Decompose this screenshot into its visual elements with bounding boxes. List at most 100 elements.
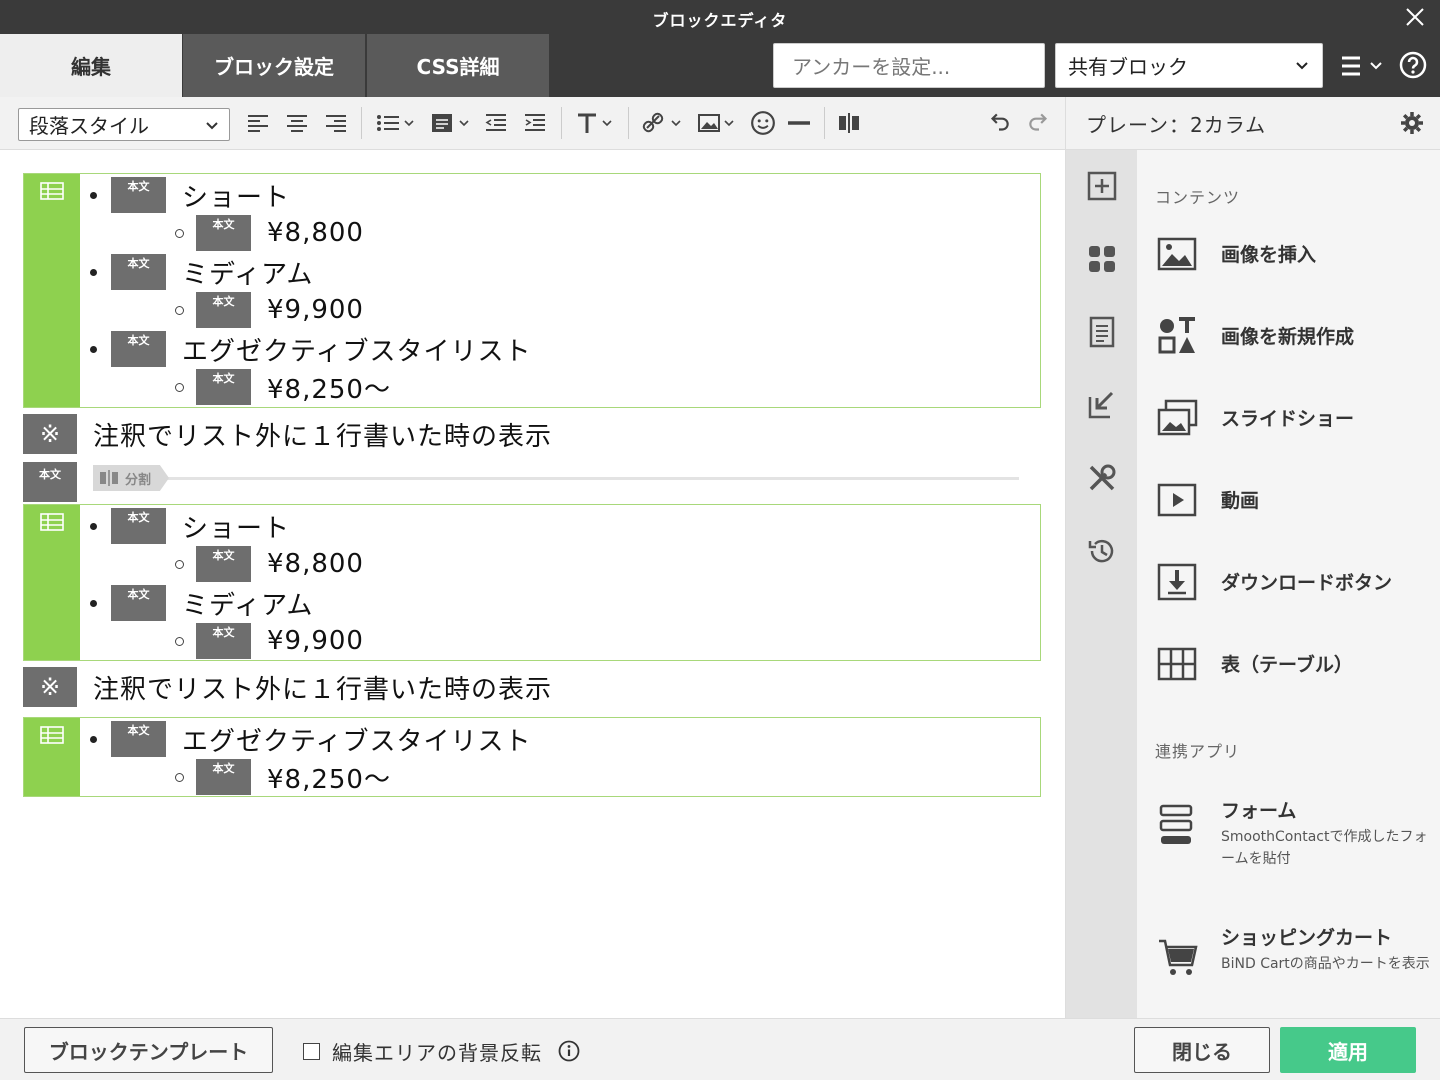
note-block[interactable]: ※ 注釈でリスト外に１行書いた時の表示	[23, 667, 1041, 707]
undo-icon[interactable]	[986, 109, 1012, 137]
emoji-icon[interactable]	[750, 109, 776, 137]
split-block[interactable]: 本文 分割	[23, 462, 1041, 502]
text-style-icon[interactable]	[575, 109, 617, 137]
tab-edit[interactable]: 編集	[0, 34, 182, 97]
list-item[interactable]: 本文 ミディアム	[90, 584, 313, 622]
sub-list-item[interactable]: 本文 ¥8,800	[175, 545, 364, 583]
table-icon	[40, 182, 64, 200]
note-mark: ※	[23, 667, 77, 707]
video-item[interactable]: 動画	[1157, 474, 1437, 524]
item-label: 動画	[1221, 490, 1260, 512]
download-icon	[1157, 563, 1197, 601]
toolbar-divider	[361, 107, 362, 139]
invert-background-checkbox[interactable]	[303, 1043, 320, 1060]
body-badge: 本文	[111, 721, 166, 757]
block-handle[interactable]	[24, 718, 80, 796]
create-image-item[interactable]: 画像を新規作成	[1157, 310, 1437, 360]
close-button[interactable]: 閉じる	[1134, 1027, 1270, 1073]
history-icon[interactable]	[1086, 535, 1118, 567]
document-icon[interactable]	[1086, 316, 1118, 348]
section-apps: 連携アプリ	[1155, 742, 1241, 761]
block-format-icon[interactable]	[430, 109, 472, 137]
outdent-icon[interactable]	[484, 109, 508, 137]
block-type-title: プレーン：2カラム	[1086, 113, 1267, 137]
list-item[interactable]: 本文 ショート	[90, 507, 290, 545]
parts-icon[interactable]	[1086, 243, 1118, 275]
sub-list-item[interactable]: 本文 ¥8,250〜	[175, 758, 391, 796]
body-badge: 本文	[111, 508, 166, 544]
tab-css-details[interactable]: CSS詳細	[367, 34, 549, 97]
body-badge: 本文	[196, 623, 251, 659]
body-badge: 本文	[111, 177, 166, 213]
horizontal-rule-icon[interactable]	[787, 109, 811, 137]
info-icon[interactable]	[558, 1040, 580, 1062]
slideshow-item[interactable]: スライドショー	[1157, 392, 1437, 442]
list-item[interactable]: 本文 ミディアム	[90, 253, 313, 291]
tab-bar: 編集 ブロック設定 CSS詳細 アンカーを設定... 共有ブロック	[0, 34, 1440, 97]
redo-icon[interactable]	[1026, 109, 1052, 137]
align-right-icon[interactable]	[324, 109, 348, 137]
help-icon[interactable]	[1398, 50, 1428, 80]
tools-icon[interactable]	[1086, 462, 1118, 494]
invert-background-label[interactable]: 編集エリアの背景反転	[332, 1037, 542, 1066]
body-badge: 本文	[196, 369, 251, 405]
align-center-icon[interactable]	[285, 109, 309, 137]
link-icon[interactable]	[642, 109, 684, 137]
sub-list-item[interactable]: 本文 ¥8,800	[175, 214, 364, 252]
cart-app-item[interactable]: ショッピングカート BiND Cartの商品やカートを表示	[1157, 923, 1437, 1003]
apply-button[interactable]: 適用	[1280, 1027, 1416, 1073]
sub-list-item[interactable]: 本文 ¥9,900	[175, 622, 364, 660]
insert-image-item[interactable]: 画像を挿入	[1157, 228, 1437, 278]
list-item[interactable]: 本文 ショート	[90, 176, 290, 214]
sub-list-item[interactable]: 本文 ¥9,900	[175, 291, 364, 329]
list-item-label: ミディアム	[182, 259, 314, 290]
list-block[interactable]: 本文 ショート 本文 ¥8,800 本文 ミディアム 本文 ¥9,900 本文 エグゼクテ…	[23, 173, 1041, 408]
gear-icon[interactable]	[1400, 111, 1424, 135]
sub-list-item[interactable]: 本文 ¥8,250〜	[175, 368, 391, 406]
note-block[interactable]: ※ 注釈でリスト外に１行書いた時の表示	[23, 414, 1041, 454]
hamburger-menu-icon[interactable]	[1340, 54, 1384, 78]
table-item[interactable]: 表（テーブル）	[1157, 638, 1437, 688]
list-item[interactable]: 本文 エグゼクティブスタイリスト	[90, 720, 531, 758]
body-badge: 本文	[196, 292, 251, 328]
shared-block-select[interactable]: 共有ブロック	[1055, 43, 1323, 88]
bullet-list-icon[interactable]	[375, 109, 417, 137]
list-item-label: ミディアム	[182, 590, 314, 621]
block-handle[interactable]	[24, 505, 80, 660]
edit-area[interactable]: 本文 ショート 本文 ¥8,800 本文 ミディアム 本文 ¥9,900 本文 エグゼクテ…	[0, 150, 1065, 1018]
table-icon	[40, 726, 64, 744]
cart-icon	[1159, 939, 1198, 975]
slideshow-icon	[1157, 399, 1198, 436]
download-button-item[interactable]: ダウンロードボタン	[1157, 556, 1437, 606]
form-app-item[interactable]: フォーム SmoothContactで作成したフォームを貼付	[1157, 796, 1437, 876]
chevron-down-icon	[206, 122, 218, 130]
add-block-icon[interactable]	[1086, 170, 1118, 202]
price-label: ¥8,250〜	[267, 764, 391, 795]
image-insert-icon[interactable]	[697, 109, 739, 137]
list-item-label: ショート	[182, 513, 291, 544]
block-handle[interactable]	[24, 174, 80, 407]
close-icon[interactable]	[1404, 6, 1426, 28]
item-label: 画像を新規作成	[1221, 326, 1355, 348]
tab-block-settings[interactable]: ブロック設定	[183, 34, 365, 97]
section-contents: コンテンツ	[1155, 188, 1241, 207]
indent-icon[interactable]	[523, 109, 547, 137]
title-bar: ブロックエディタ	[0, 0, 1440, 34]
toolbar-divider	[824, 107, 825, 139]
paragraph-style-select[interactable]: 段落スタイル	[18, 108, 230, 141]
body-badge: 本文	[111, 585, 166, 621]
note-mark: ※	[23, 414, 77, 454]
align-left-icon[interactable]	[246, 109, 270, 137]
import-icon[interactable]	[1086, 389, 1118, 421]
column-split-icon[interactable]	[837, 109, 861, 137]
anchor-input[interactable]: アンカーを設定...	[773, 43, 1045, 88]
format-toolbar: 段落スタイル	[0, 97, 1065, 150]
list-block[interactable]: 本文 エグゼクティブスタイリスト 本文 ¥8,250〜	[23, 717, 1041, 797]
block-template-button[interactable]: ブロックテンプレート	[24, 1027, 273, 1073]
list-block[interactable]: 本文 ショート 本文 ¥8,800 本文 ミディアム 本文 ¥9,900	[23, 504, 1041, 661]
price-label: ¥8,800	[267, 218, 364, 248]
body-badge: 本文	[196, 546, 251, 582]
chevron-down-icon	[1296, 62, 1308, 70]
list-item[interactable]: 本文 エグゼクティブスタイリスト	[90, 330, 531, 368]
toolbar-divider	[561, 107, 562, 139]
